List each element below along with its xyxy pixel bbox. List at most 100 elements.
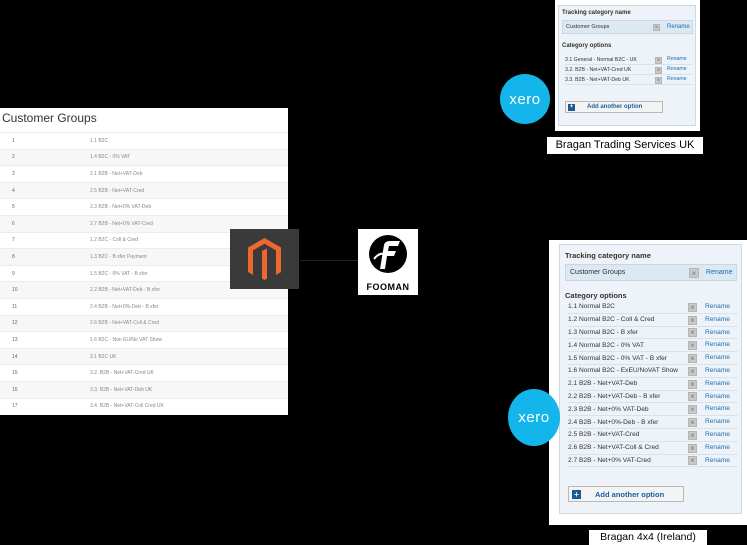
remove-icon[interactable]: × xyxy=(655,76,662,84)
remove-icon[interactable]: × xyxy=(688,315,697,325)
category-option-label: 2.2 B2B - Net+VAT-Deb - B xfer xyxy=(568,392,661,400)
connector-magento-fooman xyxy=(300,260,358,261)
rename-link[interactable]: Rename xyxy=(705,316,730,323)
row-name: 2.1 B2B - Net+VAT-Deb xyxy=(90,170,143,177)
row-number: 4 xyxy=(12,187,15,194)
table-row[interactable]: 4 2.5 B2B - Net+VAT-Cred xyxy=(0,181,288,199)
rename-link[interactable]: Rename xyxy=(667,56,687,62)
rename-link[interactable]: Rename xyxy=(667,66,687,72)
row-number: 2 xyxy=(12,154,15,161)
remove-icon[interactable]: × xyxy=(688,302,697,312)
row-number: 13 xyxy=(12,336,18,343)
rename-link[interactable]: Rename xyxy=(705,341,730,348)
fooman-logo: FOOMAN xyxy=(358,229,418,295)
table-row[interactable]: 11 2.4 B2B - Net+0%-Deb - B xfer xyxy=(0,297,288,315)
magento-logo xyxy=(230,229,299,289)
row-number: 5 xyxy=(12,204,15,211)
remove-icon[interactable]: × xyxy=(655,66,662,74)
remove-icon[interactable]: × xyxy=(688,443,697,453)
category-option-row: 2.5 B2B - Net+VAT-Cred × Rename xyxy=(568,429,738,442)
table-row[interactable]: 3 2.1 B2B - Net+VAT-Deb xyxy=(0,165,288,182)
rename-link[interactable]: Rename xyxy=(705,418,730,425)
xero-uk-panel: Tracking category name Customer Groups ×… xyxy=(555,0,700,131)
row-name: 1.6 B2C - Non EU/No VAT Show xyxy=(90,336,162,343)
remove-icon[interactable]: × xyxy=(688,341,697,351)
rename-link[interactable]: Rename xyxy=(705,393,730,400)
rename-link[interactable]: Rename xyxy=(705,329,730,336)
xero-ie-options-label: Category options xyxy=(565,291,627,300)
rename-link[interactable]: Rename xyxy=(705,431,730,438)
magento-icon xyxy=(248,238,281,280)
plus-icon: + xyxy=(568,103,575,111)
remove-icon[interactable]: × xyxy=(688,354,697,364)
xero-uk-tracking-value: Customer Groups xyxy=(566,24,610,30)
row-number: 17 xyxy=(12,403,18,410)
rename-link[interactable]: Rename xyxy=(705,457,730,464)
category-option-row: 2.7 B2B - Net+0% VAT-Cred × Rename xyxy=(568,455,738,468)
row-name: 3.2. B2B - Net+VAT-Cred UK xyxy=(90,370,154,377)
xero-uk-tracking-field[interactable]: Customer Groups × Rename xyxy=(562,20,693,34)
plus-icon: + xyxy=(572,489,581,499)
rename-link[interactable]: Rename xyxy=(705,303,730,310)
xero-ie-add-option-button[interactable]: + Add another option xyxy=(568,486,684,502)
category-option-label: 2.6 B2B - Net+VAT-Coll & Cred xyxy=(568,444,659,452)
xero-ie-rename-tracking[interactable]: Rename xyxy=(706,269,732,276)
fooman-icon xyxy=(369,235,407,273)
table-row[interactable]: 12 2.6 B2B - Net+VAT-Coll & Cred xyxy=(0,314,288,332)
remove-icon[interactable]: × xyxy=(688,456,697,466)
xero-uk-options-label: Category options xyxy=(562,43,612,49)
xero-uk-tracking-label: Tracking category name xyxy=(562,10,631,16)
category-option-label: 2.4 B2B - Net+0%-Deb - B xfer xyxy=(568,418,659,426)
rename-link[interactable]: Rename xyxy=(705,405,730,412)
table-row[interactable]: 2 1.4 B2C - 0% VAT xyxy=(0,148,288,166)
table-row[interactable]: 16 3.3. B2B - Net+VAT-Deb UK xyxy=(0,380,288,398)
remove-icon[interactable]: × xyxy=(689,268,699,278)
xero-uk-form: Tracking category name Customer Groups ×… xyxy=(558,5,696,126)
category-option-row: 1.5 Normal B2C - 0% VAT - B xfer × Rename xyxy=(568,352,738,365)
row-name: 1.1 B2C xyxy=(90,137,109,144)
xero-ie-tracking-value: Customer Groups xyxy=(570,269,626,276)
category-option-row: 2.1 B2B - Net+VAT-Deb × Rename xyxy=(568,378,738,391)
row-name: 2.3 B2B - Net+0% VAT-Deb xyxy=(90,204,152,211)
xero-uk-add-option-button[interactable]: + Add another option xyxy=(565,101,663,113)
remove-icon[interactable]: × xyxy=(688,379,697,389)
customer-groups-title: Customer Groups xyxy=(2,111,97,125)
remove-icon[interactable]: × xyxy=(688,366,697,376)
table-row[interactable]: 14 3.1 B2C UK xyxy=(0,347,288,365)
row-number: 9 xyxy=(12,270,15,277)
xero-uk-caption: Bragan Trading Services UK xyxy=(547,137,703,154)
table-row[interactable]: 15 3.2. B2B - Net+VAT-Cred UK xyxy=(0,364,288,381)
row-number: 1 xyxy=(12,137,15,144)
row-number: 10 xyxy=(12,287,18,294)
xero-uk-rename-tracking[interactable]: Rename xyxy=(667,24,690,30)
remove-icon[interactable]: × xyxy=(688,405,697,415)
remove-icon[interactable]: × xyxy=(688,418,697,428)
category-option-row: 3.1 General - Normal B2C - UK × Rename xyxy=(565,55,693,65)
table-row[interactable]: 13 1.6 B2C - Non EU/No VAT Show xyxy=(0,331,288,348)
table-row[interactable]: 5 2.3 B2B - Net+0% VAT-Deb xyxy=(0,198,288,215)
category-option-label: 1.2 Normal B2C - Coll & Cred xyxy=(568,316,655,324)
category-option-row: 2.2 B2B - Net+VAT-Deb - B xfer × Rename xyxy=(568,391,738,404)
table-row[interactable]: 17 3.4. B2B - Net+VAT-Coll Cred UK xyxy=(0,397,288,415)
xero-ie-add-option-label: Add another option xyxy=(595,489,665,499)
remove-icon[interactable]: × xyxy=(688,430,697,440)
remove-icon[interactable]: × xyxy=(653,24,660,31)
xero-ie-logo: xero xyxy=(508,389,560,446)
rename-link[interactable]: Rename xyxy=(705,367,730,374)
category-option-row: 3.2. B2B - Net+VAT-Cred UK × Rename xyxy=(565,65,693,75)
remove-icon[interactable]: × xyxy=(655,56,662,64)
rename-link[interactable]: Rename xyxy=(667,76,687,82)
remove-icon[interactable]: × xyxy=(688,328,697,338)
xero-ie-tracking-field[interactable]: Customer Groups × Rename xyxy=(565,264,737,281)
category-option-row: 1.1 Normal B2C × Rename xyxy=(568,301,738,314)
xero-uk-logo: xero xyxy=(500,74,550,124)
category-option-label: 1.5 Normal B2C - 0% VAT - B xfer xyxy=(568,354,667,362)
category-option-label: 3.2. B2B - Net+VAT-Cred UK xyxy=(565,66,632,73)
rename-link[interactable]: Rename xyxy=(705,354,730,361)
remove-icon[interactable]: × xyxy=(688,392,697,402)
rename-link[interactable]: Rename xyxy=(705,444,730,451)
row-name: 3.3. B2B - Net+VAT-Deb UK xyxy=(90,386,153,393)
table-row[interactable]: 1 1.1 B2C xyxy=(0,132,288,149)
category-option-row: 2.3 B2B - Net+0% VAT-Deb × Rename xyxy=(568,403,738,417)
rename-link[interactable]: Rename xyxy=(705,380,730,387)
